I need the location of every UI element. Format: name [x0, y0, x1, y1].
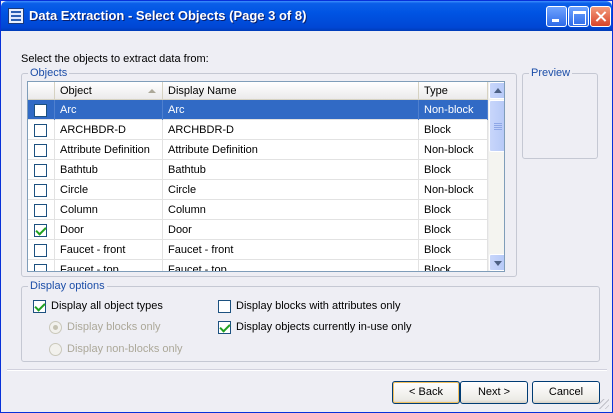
row-check-cell — [28, 100, 55, 120]
display-objects-in-use-label[interactable]: Display objects currently in-use only — [236, 321, 411, 334]
row-check-cell — [28, 140, 55, 160]
header-display-name-label: Display Name — [168, 85, 237, 97]
back-button[interactable]: < Back — [392, 381, 460, 404]
window-title: Data Extraction - Select Objects (Page 3… — [29, 8, 307, 23]
header-check-column[interactable] — [28, 82, 55, 100]
grid-vertical-scrollbar[interactable] — [488, 82, 504, 271]
maximize-icon[interactable] — [568, 6, 589, 27]
display-blocks-with-attributes-checkbox[interactable] — [218, 300, 231, 313]
header-type[interactable]: Type — [419, 82, 488, 100]
header-display-name[interactable]: Display Name — [163, 82, 419, 100]
table-row[interactable]: Faucet - top Faucet - top Block — [28, 260, 488, 271]
row-checkbox[interactable] — [34, 224, 47, 237]
footer-divider — [7, 369, 607, 371]
display-blocks-only-label[interactable]: Display blocks only — [67, 321, 161, 334]
preview-group: Preview — [522, 67, 598, 159]
table-row[interactable]: Column Column Block — [28, 200, 488, 220]
cell-object: ARCHBDR-D — [55, 120, 163, 140]
resize-grip-icon[interactable] — [599, 399, 609, 409]
display-all-object-types-label[interactable]: Display all object types — [51, 300, 163, 313]
objects-grid: Object Display Name Type Arc Arc Non-block… — [27, 81, 505, 272]
cell-type: Block — [419, 240, 488, 260]
row-checkbox[interactable] — [34, 104, 47, 117]
cell-type: Non-block — [419, 180, 488, 200]
cell-display-name[interactable]: Circle — [163, 180, 419, 200]
scroll-up-arrow-icon[interactable] — [489, 82, 504, 99]
cell-type: Block — [419, 200, 488, 220]
cell-display-name[interactable]: Faucet - top — [163, 260, 419, 271]
row-check-cell — [28, 120, 55, 140]
row-checkbox[interactable] — [34, 264, 47, 271]
cell-object: Bathtub — [55, 160, 163, 180]
next-button[interactable]: Next > — [460, 381, 528, 404]
cell-type: Block — [419, 220, 488, 240]
header-object-label: Object — [60, 85, 92, 97]
cell-object: Circle — [55, 180, 163, 200]
cell-display-name[interactable]: Arc — [163, 100, 419, 120]
cell-type: Non-block — [419, 140, 488, 160]
cell-display-name[interactable]: Attribute Definition — [163, 140, 419, 160]
display-non-blocks-only-radio[interactable] — [49, 343, 62, 356]
cell-object: Arc — [55, 100, 163, 120]
cell-type: Block — [419, 160, 488, 180]
header-type-label: Type — [424, 85, 448, 97]
cell-object: Faucet - front — [55, 240, 163, 260]
row-checkbox[interactable] — [34, 124, 47, 137]
table-row[interactable]: Faucet - front Faucet - front Block — [28, 240, 488, 260]
grid-header: Object Display Name Type — [28, 82, 488, 100]
table-row[interactable]: Bathtub Bathtub Block — [28, 160, 488, 180]
row-check-cell — [28, 200, 55, 220]
close-icon[interactable] — [590, 6, 611, 27]
display-blocks-only-radio[interactable] — [49, 321, 62, 334]
row-checkbox[interactable] — [34, 184, 47, 197]
row-checkbox[interactable] — [34, 204, 47, 217]
row-checkbox[interactable] — [34, 144, 47, 157]
row-checkbox[interactable] — [34, 164, 47, 177]
scroll-down-arrow-icon[interactable] — [489, 254, 504, 271]
row-check-cell — [28, 180, 55, 200]
cell-object: Door — [55, 220, 163, 240]
objects-group-legend: Objects — [28, 67, 70, 79]
display-non-blocks-only-label[interactable]: Display non-blocks only — [67, 343, 183, 356]
table-row[interactable]: Door Door Block — [28, 220, 488, 240]
table-row[interactable]: Attribute Definition Attribute Definition… — [28, 140, 488, 160]
sort-ascending-icon — [148, 89, 156, 93]
scroll-thumb[interactable] — [489, 100, 504, 152]
display-options-legend: Display options — [28, 280, 107, 292]
cell-type: Block — [419, 260, 488, 271]
table-row[interactable]: Arc Arc Non-block — [28, 100, 488, 120]
row-check-cell — [28, 260, 55, 271]
preview-group-legend: Preview — [529, 67, 573, 79]
minimize-icon[interactable] — [546, 6, 567, 27]
row-check-cell — [28, 220, 55, 240]
cell-object: Column — [55, 200, 163, 220]
cell-object: Faucet - top — [55, 260, 163, 271]
display-all-object-types-checkbox[interactable] — [33, 300, 46, 313]
cell-display-name[interactable]: Column — [163, 200, 419, 220]
cell-display-name[interactable]: Door — [163, 220, 419, 240]
display-blocks-with-attributes-label[interactable]: Display blocks with attributes only — [236, 300, 400, 313]
wizard-window: Data Extraction - Select Objects (Page 3… — [0, 0, 613, 413]
cell-type: Block — [419, 120, 488, 140]
data-extraction-icon — [8, 8, 24, 24]
instruction-text: Select the objects to extract data from: — [21, 53, 209, 65]
cell-type: Non-block — [419, 100, 488, 120]
cancel-button[interactable]: Cancel — [532, 381, 600, 404]
cell-display-name[interactable]: ARCHBDR-D — [163, 120, 419, 140]
display-objects-in-use-checkbox[interactable] — [218, 321, 231, 334]
row-checkbox[interactable] — [34, 244, 47, 257]
title-bar[interactable]: Data Extraction - Select Objects (Page 3… — [1, 1, 612, 31]
cell-display-name[interactable]: Faucet - front — [163, 240, 419, 260]
header-object[interactable]: Object — [55, 82, 163, 100]
table-row[interactable]: ARCHBDR-D ARCHBDR-D Block — [28, 120, 488, 140]
scroll-grip-icon — [494, 122, 502, 130]
table-row[interactable]: Circle Circle Non-block — [28, 180, 488, 200]
row-check-cell — [28, 240, 55, 260]
cell-object: Attribute Definition — [55, 140, 163, 160]
row-check-cell — [28, 160, 55, 180]
cell-display-name[interactable]: Bathtub — [163, 160, 419, 180]
